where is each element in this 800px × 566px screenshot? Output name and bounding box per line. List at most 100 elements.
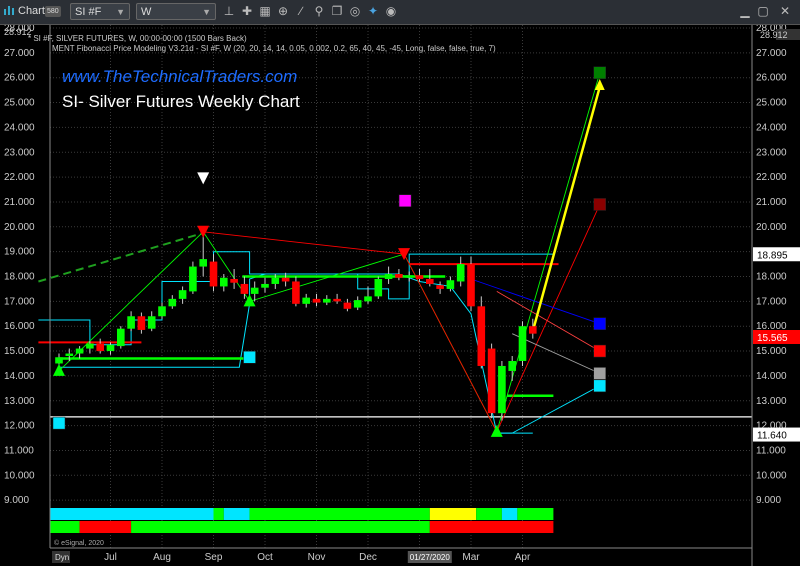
candle-body: [209, 261, 218, 287]
target-square-marker: [52, 416, 66, 430]
y-tick-label-right: 18.000: [756, 272, 787, 283]
close-icon[interactable]: ✕: [778, 3, 792, 20]
pin-icon[interactable]: ⊥: [222, 3, 236, 20]
website-watermark: www.TheTechnicalTraders.com: [62, 67, 297, 86]
app-label: Chart: [18, 5, 45, 17]
candle-body: [250, 287, 259, 294]
candle-body: [384, 274, 393, 279]
x-tick-label: Apr: [515, 552, 531, 563]
indicator-segment-row1: [50, 508, 214, 520]
candle-body: [364, 296, 372, 302]
interval-value: W: [141, 6, 152, 18]
candle-body: [178, 290, 187, 299]
candle-body: [281, 277, 290, 282]
x-tick-label: Jul: [104, 552, 117, 563]
x-tick-label: Dec: [359, 552, 377, 563]
y-tick-label-left: 16.000: [4, 321, 35, 332]
candle-body: [147, 316, 156, 329]
candle-body: [446, 280, 455, 289]
candle-body: [230, 278, 238, 283]
toolbar: Chart 580 SI #F ▼ W ▼ ⊥ ✚ ▦ ⊕ ∕ ⚲ ❐ ◎ ✦ …: [0, 0, 800, 25]
y-tick-label-right: 14.000: [756, 371, 787, 382]
y-tick-label-left: 24.000: [4, 122, 35, 133]
y-tick-label-right: 20.000: [756, 222, 787, 233]
candle-body: [323, 298, 331, 303]
globe-icon[interactable]: ◎: [348, 3, 362, 20]
dyn-button[interactable]: Dyn: [55, 553, 69, 562]
candle-body: [456, 264, 465, 282]
candle-body: [353, 300, 362, 308]
price-label: 15.565: [757, 333, 788, 344]
candle-body: [467, 264, 475, 307]
y-tick-label-left: 27.000: [4, 48, 35, 59]
symbol-input[interactable]: SI #F ▼: [70, 3, 130, 20]
candle-body: [498, 365, 506, 414]
target-square-marker: [593, 198, 606, 211]
y-tick-label-left: 12.000: [4, 421, 35, 432]
indicator-segment-row2: [131, 521, 430, 533]
indicator-segment-row2: [79, 521, 132, 533]
candle-body: [199, 259, 207, 267]
chart-header-line2: MENT Fibonacci Price Modeling V3.21d - S…: [52, 44, 496, 53]
candle-body: [240, 283, 249, 294]
candle-body: [86, 343, 94, 349]
eye-icon[interactable]: ◉: [384, 3, 398, 20]
y-tick-label-right: 13.000: [756, 396, 787, 407]
candle-body: [518, 326, 527, 361]
y-tick-label-left: 28.000: [4, 25, 35, 34]
candle-body: [529, 326, 537, 334]
y-tick-label-left: 11.000: [4, 445, 34, 456]
y-tick-label-left: 18.000: [4, 272, 35, 283]
y-tick-label-left: 21.000: [4, 197, 35, 208]
chevron-down-icon[interactable]: ▼: [116, 4, 125, 21]
y-tick-label-left: 14.000: [4, 371, 35, 382]
price-chart[interactable]: 28.912 * SI #F, SILVER FUTURES, W, 00:00…: [0, 25, 800, 566]
zoom-icon[interactable]: ⊕: [276, 3, 290, 20]
chevron-down-icon[interactable]: ▼: [202, 4, 211, 21]
candle-body: [312, 298, 321, 303]
app-badge: 580: [45, 6, 61, 17]
candle-body: [117, 328, 125, 347]
x-tick-label: Aug: [153, 552, 171, 563]
corner-price-right: 28.912: [760, 30, 788, 40]
y-tick-label-right: 27.000: [756, 48, 787, 59]
candle-body: [436, 285, 444, 289]
y-tick-label-right: 15.000: [756, 346, 787, 357]
copy-icon[interactable]: ❐: [330, 3, 344, 20]
candle-body: [508, 360, 516, 371]
twitter-icon[interactable]: ✦: [366, 3, 380, 20]
minimize-icon[interactable]: ▁: [738, 3, 752, 20]
price-label: 18.895: [757, 250, 788, 261]
target-square-marker: [398, 194, 412, 207]
trend-icon[interactable]: ∕: [294, 3, 308, 20]
chart-title: SI- Silver Futures Weekly Chart: [62, 92, 300, 111]
indicator-segment-row1: [213, 508, 224, 520]
candle-body: [106, 344, 115, 352]
link-icon[interactable]: ⚲: [312, 3, 326, 20]
candle-body: [168, 298, 177, 307]
indicator-segment-row1: [501, 508, 518, 520]
y-tick-label-right: 10.000: [756, 470, 787, 481]
target-square-marker: [593, 379, 606, 393]
y-tick-label-right: 24.000: [756, 122, 787, 133]
candle-body: [333, 298, 341, 302]
y-tick-label-left: 25.000: [4, 98, 35, 109]
y-tick-label-left: 22.000: [4, 172, 35, 183]
grid-icon[interactable]: ▦: [258, 3, 272, 20]
indicator-segment-row2: [429, 521, 554, 533]
indicator-segment-row1: [476, 508, 502, 520]
candle-body: [127, 316, 135, 329]
indicator-segment-row1: [429, 508, 477, 520]
candle-body: [137, 316, 146, 330]
price-label: 11.640: [757, 431, 787, 442]
y-tick-label-left: 23.000: [4, 147, 35, 158]
y-tick-label-left: 13.000: [4, 396, 35, 407]
candle-body: [220, 277, 228, 287]
interval-select[interactable]: W ▼: [136, 3, 216, 20]
crosshair-icon[interactable]: ✚: [240, 3, 254, 20]
chart-header-line1: * SI #F, SILVER FUTURES, W, 00:00-00:00 …: [28, 34, 247, 43]
maximize-icon[interactable]: ▢: [756, 3, 770, 20]
candle-body: [96, 343, 104, 352]
x-tick-label: Sep: [205, 552, 223, 563]
candle-body: [374, 278, 383, 297]
